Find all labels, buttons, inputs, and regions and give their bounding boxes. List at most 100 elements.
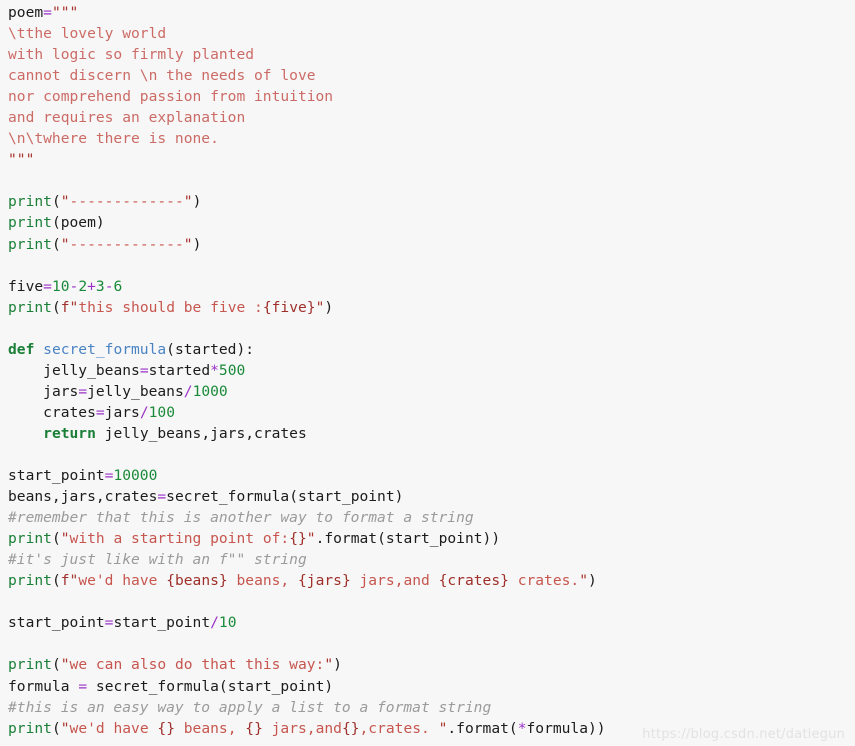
arg-formula: formula [526, 719, 589, 737]
quote-open: " [60, 235, 70, 253]
code-line: print(f"we'd have {beans} beans, {jars} … [8, 570, 606, 591]
paren-open: ( [51, 719, 61, 737]
operator-minus: - [104, 277, 114, 295]
quote-open: " [69, 572, 79, 590]
code-line: start_point=start_point/10 [8, 612, 606, 633]
paren-close: ) [333, 656, 342, 674]
operator-divide: / [139, 403, 149, 421]
code-line: five=10-2+3-6 [8, 276, 606, 297]
paren-open: ( [289, 488, 298, 506]
code-line: #this is an easy way to apply a list to … [8, 697, 606, 718]
docstring-line-4: nor comprehend passion from intuition [8, 88, 334, 106]
return-values: jelly_beans,jars,crates [104, 424, 307, 442]
paren-open: ( [51, 235, 61, 253]
variable-jelly-beans: jelly_beans [43, 361, 140, 379]
variable-crates: crates [43, 403, 96, 421]
keyword-return: return [43, 424, 96, 442]
code-line: print("with a starting point of:{}".form… [8, 528, 606, 549]
quote-close: " [183, 235, 193, 253]
fstring-brace-open: { [262, 298, 272, 316]
quote-close: " [183, 193, 193, 211]
builtin-print: print [8, 656, 52, 674]
variable-poem: poem [8, 4, 44, 21]
variable-jars: jars [43, 382, 79, 400]
comment-remember: #remember that this is another way to fo… [8, 509, 474, 527]
code-line: \n\twhere there is none. [8, 128, 606, 149]
string-text-2: beans, [174, 719, 246, 737]
fstring-placeholder-jars: {jars} [298, 572, 351, 590]
code-line: crates=jars/100 [8, 402, 606, 423]
paren-open: ( [377, 530, 386, 548]
builtin-print: print [8, 719, 52, 737]
string-starting-point: with a starting point of: [69, 530, 290, 548]
paren-close: ) [588, 572, 597, 590]
builtin-print: print [8, 193, 52, 211]
operator-assign: = [139, 361, 149, 379]
string-text-4: ,crates. [359, 719, 439, 737]
number-100: 100 [148, 403, 175, 421]
code-line: \tthe lovely world [8, 23, 606, 44]
docstring-line-5: and requires an explanation [8, 109, 246, 127]
code-line: and requires an explanation [8, 107, 606, 128]
docstring-line-6: \n\twhere there is none. [8, 130, 219, 148]
operator-assign: = [43, 277, 52, 295]
quote-open: " [60, 530, 70, 548]
builtin-print: print [8, 214, 52, 232]
variable-formula: formula [8, 677, 70, 695]
variable-started: started [148, 361, 211, 379]
code-line: print("-------------") [8, 234, 606, 255]
fstring-brace-close: } [306, 298, 316, 316]
docstring-line-3: cannot discern \n the needs of love [8, 67, 316, 85]
string-text-1: we'd have [69, 719, 158, 737]
paren-open: ( [51, 193, 61, 211]
code-line: cannot discern \n the needs of love [8, 65, 606, 86]
paren-close-colon: ): [236, 340, 255, 358]
code-editor-surface: poem=""" \tthe lovely world with logic so … [0, 0, 855, 746]
variable-jelly-beans-ref: jelly_beans [87, 382, 184, 400]
number-2: 2 [78, 277, 88, 295]
operator-unpack-star: * [517, 719, 527, 737]
paren-close: ) [324, 677, 334, 695]
operator-multiply: * [210, 361, 219, 379]
number-10000: 10000 [113, 467, 158, 485]
variable-start-point: start_point [8, 614, 105, 632]
number-3: 3 [95, 277, 105, 295]
operator-assign: = [157, 488, 167, 506]
call-secret-formula: secret_formula [166, 488, 290, 506]
fstring-var-five: five [271, 298, 307, 316]
number-6: 6 [113, 277, 123, 295]
format-placeholder-1: {} [157, 719, 175, 737]
code-line: #remember that this is another way to fo… [8, 507, 606, 528]
fstring-placeholder-crates: {crates} [438, 572, 509, 590]
format-placeholder-2: {} [245, 719, 263, 737]
format-placeholder: {} [289, 530, 307, 548]
code-line: nor comprehend passion from intuition [8, 86, 606, 107]
quote-close: " [324, 656, 334, 674]
unpack-targets: beans,jars,crates [8, 488, 158, 506]
code-line: jelly_beans=started*500 [8, 360, 606, 381]
keyword-def: def [8, 340, 35, 358]
paren-close: ) [324, 298, 334, 316]
paren-open: ( [218, 677, 228, 695]
paren-open: ( [51, 656, 61, 674]
fstring-text: this should be five : [78, 298, 263, 316]
method-format: .format [447, 719, 509, 737]
method-format: .format [315, 530, 378, 548]
code-line: #it's just like with an f"" string [8, 549, 606, 570]
quote-close: " [579, 572, 588, 590]
call-secret-formula: secret_formula [95, 677, 219, 695]
fstring-text-4: crates. [508, 572, 580, 590]
variable-poem-ref: poem [60, 214, 96, 232]
string-dashes: ------------- [69, 235, 184, 253]
triple-quote-open: """ [51, 4, 79, 21]
